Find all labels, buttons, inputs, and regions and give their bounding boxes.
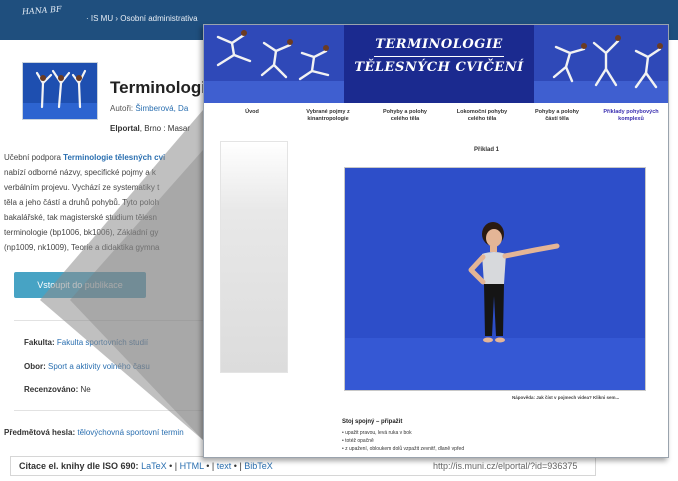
description-text: bakalářské, tak magisterské studium těle…: [4, 213, 157, 222]
citation-separator: • |: [203, 461, 217, 471]
example-heading: Stoj spojný – připažit: [342, 419, 403, 425]
publication-preview-screenshot: TERMINOLOGIE TĚLESNÝCH CVIČENÍ Úvod Vybr…: [203, 24, 669, 458]
nav-item-label: kinantropologie: [307, 116, 349, 122]
nav-item-label: celého těla: [467, 116, 497, 122]
banner-title-line2: TĚLESNÝCH CVIČENÍ: [354, 60, 524, 75]
publisher-line: Elportal, Brno : Masar: [110, 124, 190, 133]
description-text: terminologie (bp1006, bk1006), Základní …: [4, 228, 159, 237]
publication-description: Učební podpora Terminologie tělesných cv…: [4, 150, 214, 255]
field-row: Obor: Sport a aktivity volného času: [24, 362, 150, 371]
publication-cover-image: [22, 62, 98, 120]
citation-html-link[interactable]: HTML: [180, 461, 204, 471]
left-sidebar-panel: [220, 141, 288, 373]
nav-item-label: komplexů: [618, 116, 644, 122]
video-hint[interactable]: Nápověda: Jak číst v pojmech videa? Klik…: [512, 395, 619, 400]
reviewed-value: Ne: [80, 385, 91, 394]
enter-publication-button[interactable]: Vstoupit do publikace: [14, 272, 146, 298]
citation-latex-link[interactable]: LaTeX: [141, 461, 167, 471]
author-link[interactable]: Šimberová, Da: [135, 104, 188, 113]
citation-separator: • |: [231, 461, 245, 471]
banner-title: TERMINOLOGIE TĚLESNÝCH CVIČENÍ: [354, 35, 524, 78]
description-text: Učební podpora: [4, 153, 64, 162]
nav-item-label: Vybrané pojmy z: [306, 109, 350, 115]
nav-item-intro[interactable]: Úvod: [222, 109, 282, 116]
example-instructions: • upažit pravou, levá ruka v bok • totéž…: [342, 429, 464, 453]
citation-text-link[interactable]: text: [217, 461, 232, 471]
field-label: Obor:: [24, 362, 46, 371]
divider: [14, 410, 210, 411]
keywords-row: Předmětová hesla: tělovýchovná sportovní…: [4, 428, 204, 437]
nav-item-label: Úvod: [245, 109, 259, 115]
nav-item-label: Příklady pohybových: [603, 109, 659, 115]
faculty-label: Fakulta:: [24, 338, 55, 347]
nav-item-body-part-positions[interactable]: Pohyby a polohy částí těla: [522, 109, 592, 123]
gymnast-figure-image: [345, 168, 645, 390]
citation-bibtex-link[interactable]: BibTeX: [244, 461, 273, 471]
nav-item-body-positions[interactable]: Pohyby a polohy celého těla: [370, 109, 440, 123]
faculty-link[interactable]: Fakulta sportovních studií: [57, 338, 148, 347]
breadcrumb[interactable]: · IS MU › Osobní administrativa: [86, 14, 198, 23]
nav-item-label: Lokomoční pohyby: [456, 109, 508, 115]
field-link[interactable]: Sport a aktivity volného času: [48, 362, 150, 371]
citation-separator: • |: [166, 461, 180, 471]
nav-item-label: Pohyby a polohy: [382, 109, 427, 115]
nav-item-kinanthropology[interactable]: Vybrané pojmy z kinantropologie: [292, 109, 364, 123]
publication-url[interactable]: http://is.muni.cz/elportal/?id=936375: [433, 457, 577, 475]
publication-navigation: Úvod Vybrané pojmy z kinantropologie Pohy…: [204, 109, 668, 131]
publication-authors: Autoři: Šimberová, Da: [110, 104, 188, 113]
banner-title-line1: TERMINOLOGIE: [375, 37, 503, 52]
description-title-link[interactable]: Terminologie tělesných cvi: [63, 153, 165, 162]
publication-banner: TERMINOLOGIE TĚLESNÝCH CVIČENÍ: [204, 25, 668, 103]
publication-title: Terminologie: [110, 78, 216, 97]
citation-bar: Citace el. knihy dle ISO 690: LaTeX • | …: [10, 456, 596, 476]
nav-item-label: částí těla: [545, 116, 569, 122]
reviewed-label: Recenzováno:: [24, 385, 79, 394]
instruction-item: • totéž opačně: [342, 438, 374, 444]
reviewed-row: Recenzováno: Ne: [24, 385, 91, 394]
nav-item-locomotion[interactable]: Lokomoční pohyby celého těla: [446, 109, 518, 123]
citation-label: Citace el. knihy dle ISO 690:: [19, 461, 139, 471]
banner-rule: [374, 56, 504, 57]
authors-label: Autoři:: [110, 104, 134, 113]
instruction-item: • upažit pravou, levá ruka v bok: [342, 430, 412, 436]
publisher-place: , Brno : Masar: [139, 124, 191, 133]
description-text: verbálním projevu. Vychází ze systematik…: [4, 183, 160, 192]
nav-item-label: Pohyby a polohy: [534, 109, 579, 115]
description-text: (np1009, nk1009), Teorie a didaktika gym…: [4, 243, 160, 252]
nav-item-examples[interactable]: Příklady pohybových komplexů: [594, 109, 668, 123]
keywords-label: Předmětová hesla:: [4, 428, 76, 437]
publisher-name: Elportal: [110, 124, 140, 133]
university-logo[interactable]: HANA BF: [22, 5, 62, 17]
instruction-item: • z upažení, obloukem dolů vzpažit zevni…: [342, 446, 465, 452]
example-title: Příklad 1: [474, 147, 500, 153]
keywords-link[interactable]: tělovýchovná sportovní termin: [77, 428, 183, 437]
faculty-row: Fakulta: Fakulta sportovních studií: [24, 338, 148, 347]
divider: [14, 320, 210, 321]
example-video-frame[interactable]: [344, 167, 646, 391]
description-text: nabízí odborné názvy, specifické pojmy a…: [4, 168, 156, 177]
nav-item-label: celého těla: [390, 116, 420, 122]
description-text: těla a jeho částí a druhů pohybů. Tyto p…: [4, 198, 160, 207]
